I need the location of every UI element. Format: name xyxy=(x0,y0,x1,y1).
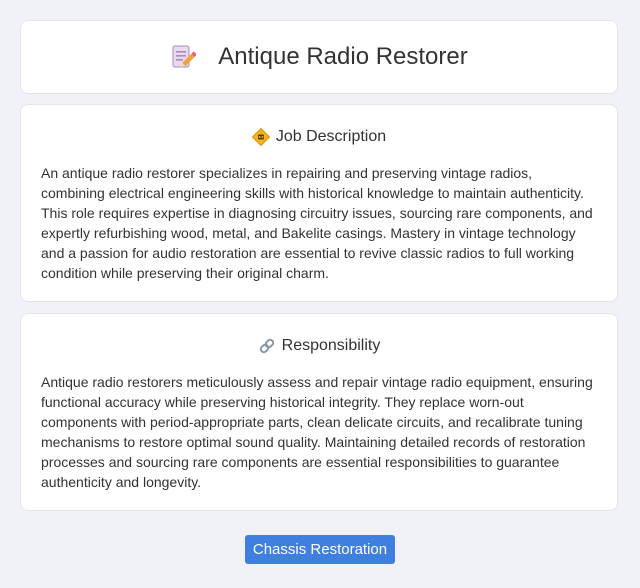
chassis-restoration-tag[interactable]: Chassis Restoration xyxy=(244,535,396,564)
job-description-header: Job Description xyxy=(41,125,597,149)
memo-pencil-icon xyxy=(170,44,198,70)
tag-container: Chassis Restoration xyxy=(0,535,640,564)
section-title: Responsibility xyxy=(281,337,381,354)
responsibility-card: Responsibility Antique radio restorers m… xyxy=(20,313,618,511)
job-description-text: An antique radio restorer specializes in… xyxy=(41,165,593,281)
title-card: Antique Radio Restorer xyxy=(20,20,618,94)
job-description-card: Job Description An antique radio restore… xyxy=(20,104,618,302)
radio-diamond-icon xyxy=(251,127,271,147)
link-icon xyxy=(258,337,276,355)
responsibility-header: Responsibility xyxy=(41,334,597,358)
page-title: Antique Radio Restorer xyxy=(218,43,468,70)
section-title: Job Description xyxy=(275,128,387,145)
responsibility-text: Antique radio restorers meticulously ass… xyxy=(41,374,593,490)
